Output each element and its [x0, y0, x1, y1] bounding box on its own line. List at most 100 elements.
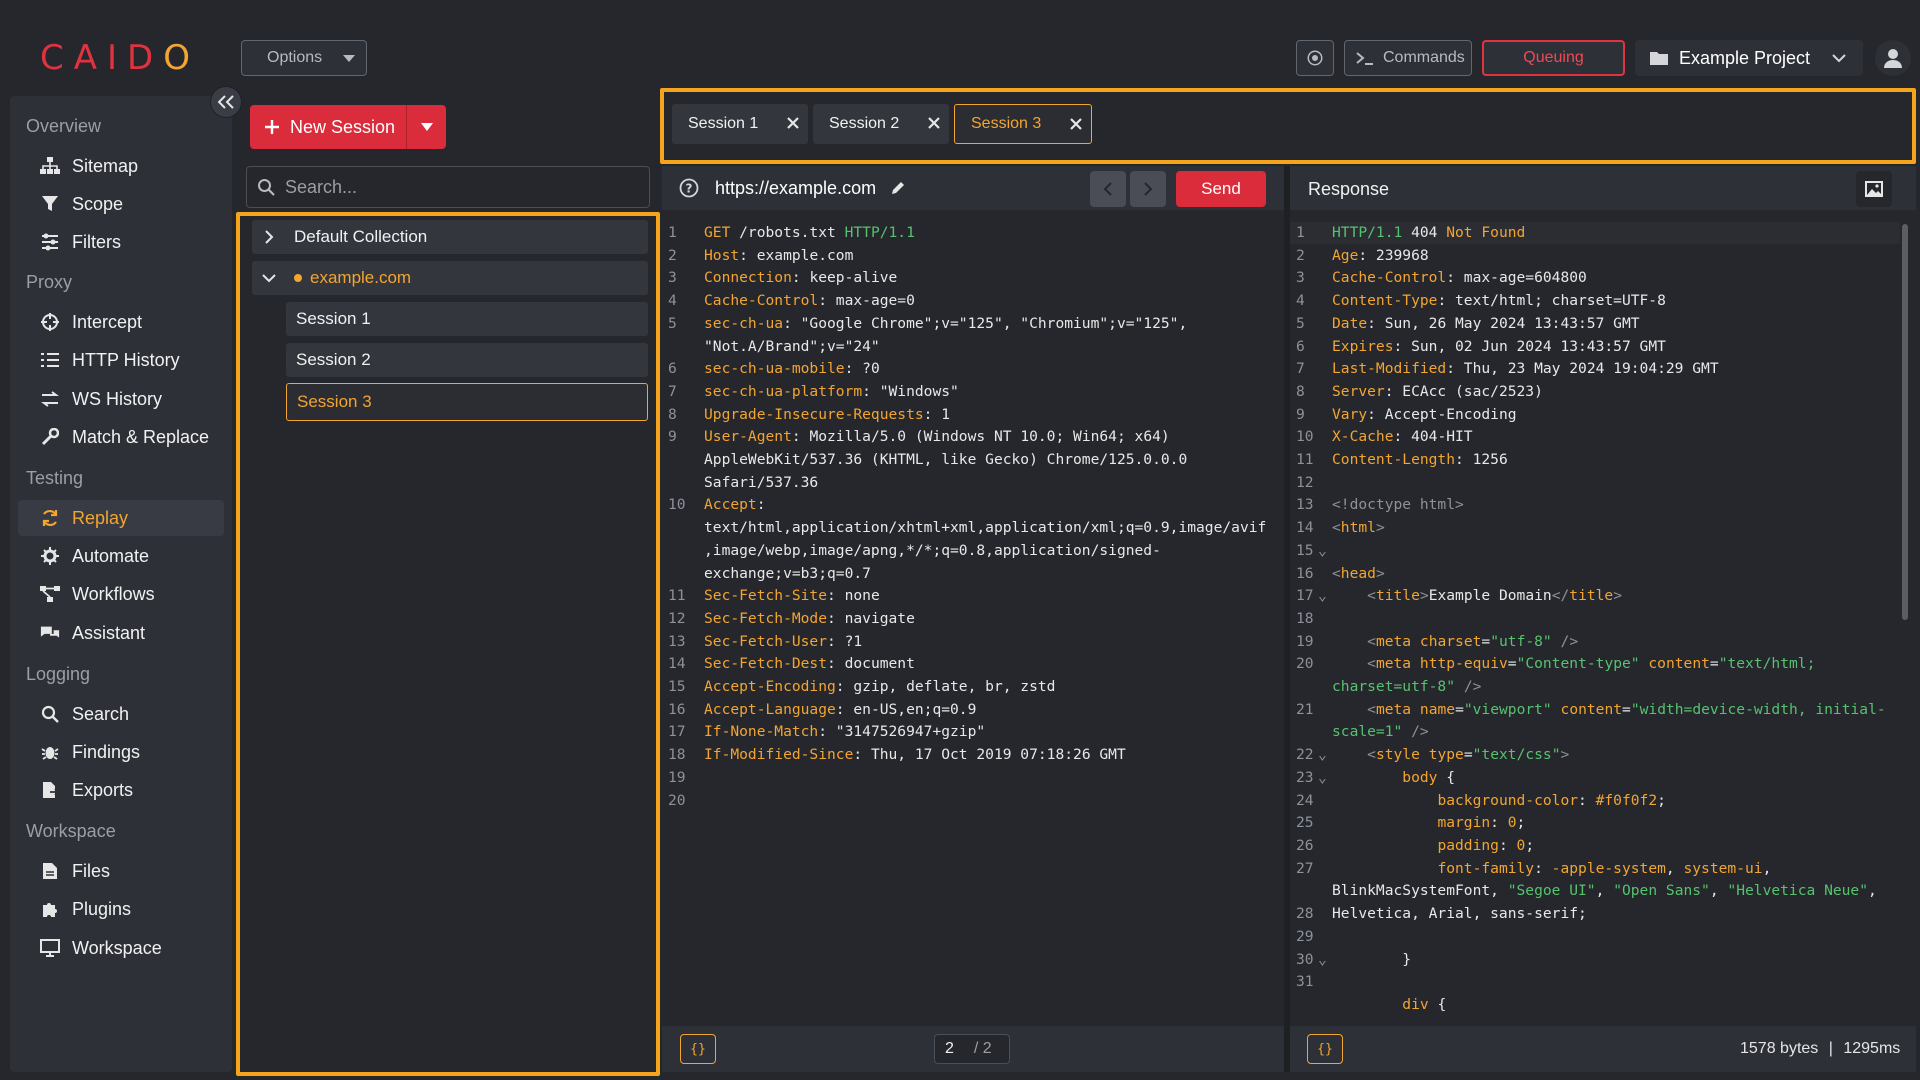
session-item[interactable]: Session 1	[286, 302, 648, 336]
close-icon[interactable]	[784, 114, 802, 132]
sidebar-item-match-replace[interactable]: Match & Replace	[18, 419, 224, 455]
pager-total: / 2	[973, 1040, 992, 1057]
session-item-active[interactable]: Session 3	[286, 383, 648, 421]
project-label: Example Project	[1679, 47, 1811, 68]
funnel-icon	[40, 194, 60, 214]
close-icon[interactable]	[1067, 115, 1085, 133]
sidebar-item-intercept[interactable]: Intercept	[18, 304, 224, 340]
request-pager[interactable]: 2 / 2	[934, 1034, 1010, 1064]
send-label: Send	[1201, 179, 1241, 198]
caido-logo: CAIDO	[40, 38, 200, 78]
tab-label: Session 1	[688, 115, 759, 132]
options-label: Options	[267, 49, 323, 66]
close-icon[interactable]	[925, 114, 943, 132]
image-preview-button[interactable]	[1856, 171, 1892, 207]
proxy-status-button[interactable]	[1296, 40, 1334, 76]
crosshair-icon	[40, 312, 60, 332]
sidebar-item-label: Filters	[72, 231, 121, 252]
request-line-numbers: 1 2 3 4 5 6 7 8 9 10 11 12 13 14 15 16 1…	[668, 224, 686, 809]
sidebar-item-files[interactable]: Files	[18, 853, 224, 889]
request-format-button[interactable]: {}	[680, 1034, 716, 1064]
sidebar-item-search[interactable]: Search	[18, 696, 224, 732]
sidebar-item-http-history[interactable]: HTTP History	[18, 342, 224, 378]
request-editor[interactable]: GET /robots.txt HTTP/1.1 Host: example.c…	[704, 222, 1266, 767]
chevron-down-icon[interactable]	[252, 261, 286, 295]
session-search[interactable]	[246, 166, 650, 208]
options-dropdown[interactable]: Options	[241, 40, 367, 76]
chevron-left-icon	[1103, 182, 1112, 196]
nav-section-overview: Overview	[26, 116, 102, 136]
file-icon	[40, 861, 60, 881]
list-icon	[40, 350, 60, 370]
previous-request-button[interactable]	[1090, 171, 1126, 207]
sidebar-item-automate[interactable]: Automate	[18, 538, 224, 574]
tab-session-2[interactable]: Session 2	[813, 104, 949, 144]
session-label: Session 1	[296, 309, 371, 328]
logo-text-last: O	[163, 38, 200, 78]
pencil-icon[interactable]	[890, 180, 906, 201]
sidebar-item-ws-history[interactable]: WS History	[18, 381, 224, 417]
tab-session-1[interactable]: Session 1	[672, 104, 808, 144]
response-viewer[interactable]: HTTP/1.1 404 Not Found Age: 239968 Cache…	[1332, 222, 1886, 1017]
new-session-button[interactable]: New Session	[250, 105, 446, 149]
svg-text:?: ?	[686, 182, 693, 196]
sidebar-item-label: Files	[72, 860, 111, 881]
response-fold-markers[interactable]: ⌄ ⌄ ⌄ ⌄ ⌄	[1318, 222, 1327, 971]
response-format-button[interactable]: {}	[1307, 1034, 1343, 1064]
collection-label: example.com	[310, 268, 412, 287]
sidebar-item-workflows[interactable]: Workflows	[18, 576, 224, 612]
search-icon	[40, 704, 60, 724]
collection-default[interactable]: Default Collection	[252, 220, 648, 254]
tab-session-3[interactable]: Session 3	[954, 104, 1092, 144]
sidebar-item-findings[interactable]: Findings	[18, 734, 224, 770]
format-label: {}	[690, 1041, 706, 1057]
session-item[interactable]: Session 2	[286, 343, 648, 377]
commands-button[interactable]: Commands	[1344, 40, 1472, 76]
double-chevron-left-icon	[218, 95, 234, 109]
session-label: Session 3	[297, 392, 372, 411]
pane-divider[interactable]	[1284, 166, 1290, 1072]
collapse-sidebar-button[interactable]	[210, 86, 242, 118]
file-export-icon	[40, 780, 60, 800]
sidebar-item-plugins[interactable]: Plugins	[18, 891, 224, 927]
help-icon[interactable]: ?	[679, 178, 699, 203]
chevron-down-icon	[343, 55, 355, 62]
sidebar-item-scope[interactable]: Scope	[18, 186, 224, 222]
bug-icon	[40, 742, 60, 762]
session-search-input[interactable]	[285, 176, 625, 198]
collection-example[interactable]: example.com	[252, 261, 648, 295]
sidebar-item-label: Findings	[72, 741, 141, 762]
gear-icon	[40, 546, 60, 566]
wrench-icon	[40, 427, 60, 447]
sidebar-item-label: Scope	[72, 193, 124, 214]
sidebar-item-assistant[interactable]: Assistant	[18, 615, 224, 651]
new-session-dropdown[interactable]	[406, 105, 446, 149]
sidebar-item-label: Workspace	[72, 937, 162, 958]
sidebar-item-sitemap[interactable]: Sitemap	[18, 148, 224, 184]
sliders-icon	[40, 232, 60, 252]
send-button[interactable]: Send	[1176, 171, 1266, 207]
chat-icon	[40, 623, 60, 643]
sidebar-item-replay[interactable]: Replay	[18, 500, 224, 536]
puzzle-icon	[40, 899, 60, 919]
arrows-exchange-icon	[40, 389, 60, 409]
sidebar-item-label: Assistant	[72, 622, 146, 643]
response-time: 1295ms	[1843, 1040, 1901, 1057]
pager-current: 2	[945, 1040, 954, 1057]
sidebar-item-workspace[interactable]: Workspace	[18, 930, 224, 966]
sidebar-item-exports[interactable]: Exports	[18, 772, 224, 808]
collection-label: Default Collection	[294, 227, 428, 246]
next-request-button[interactable]	[1130, 171, 1166, 207]
sidebar-item-filters[interactable]: Filters	[18, 224, 224, 260]
chevron-right-icon[interactable]	[252, 220, 286, 254]
sidebar-item-label: Search	[72, 703, 130, 724]
response-scrollbar[interactable]	[1902, 224, 1908, 620]
request-url[interactable]: https://example.com	[715, 178, 876, 199]
sidebar-item-label: Replay	[72, 507, 129, 528]
user-icon	[1884, 49, 1902, 68]
queuing-button[interactable]: Queuing	[1482, 40, 1625, 76]
terminal-icon	[1356, 52, 1373, 65]
user-avatar[interactable]	[1875, 40, 1911, 76]
tab-label: Session 3	[971, 115, 1042, 132]
project-selector[interactable]: Example Project	[1635, 40, 1863, 76]
